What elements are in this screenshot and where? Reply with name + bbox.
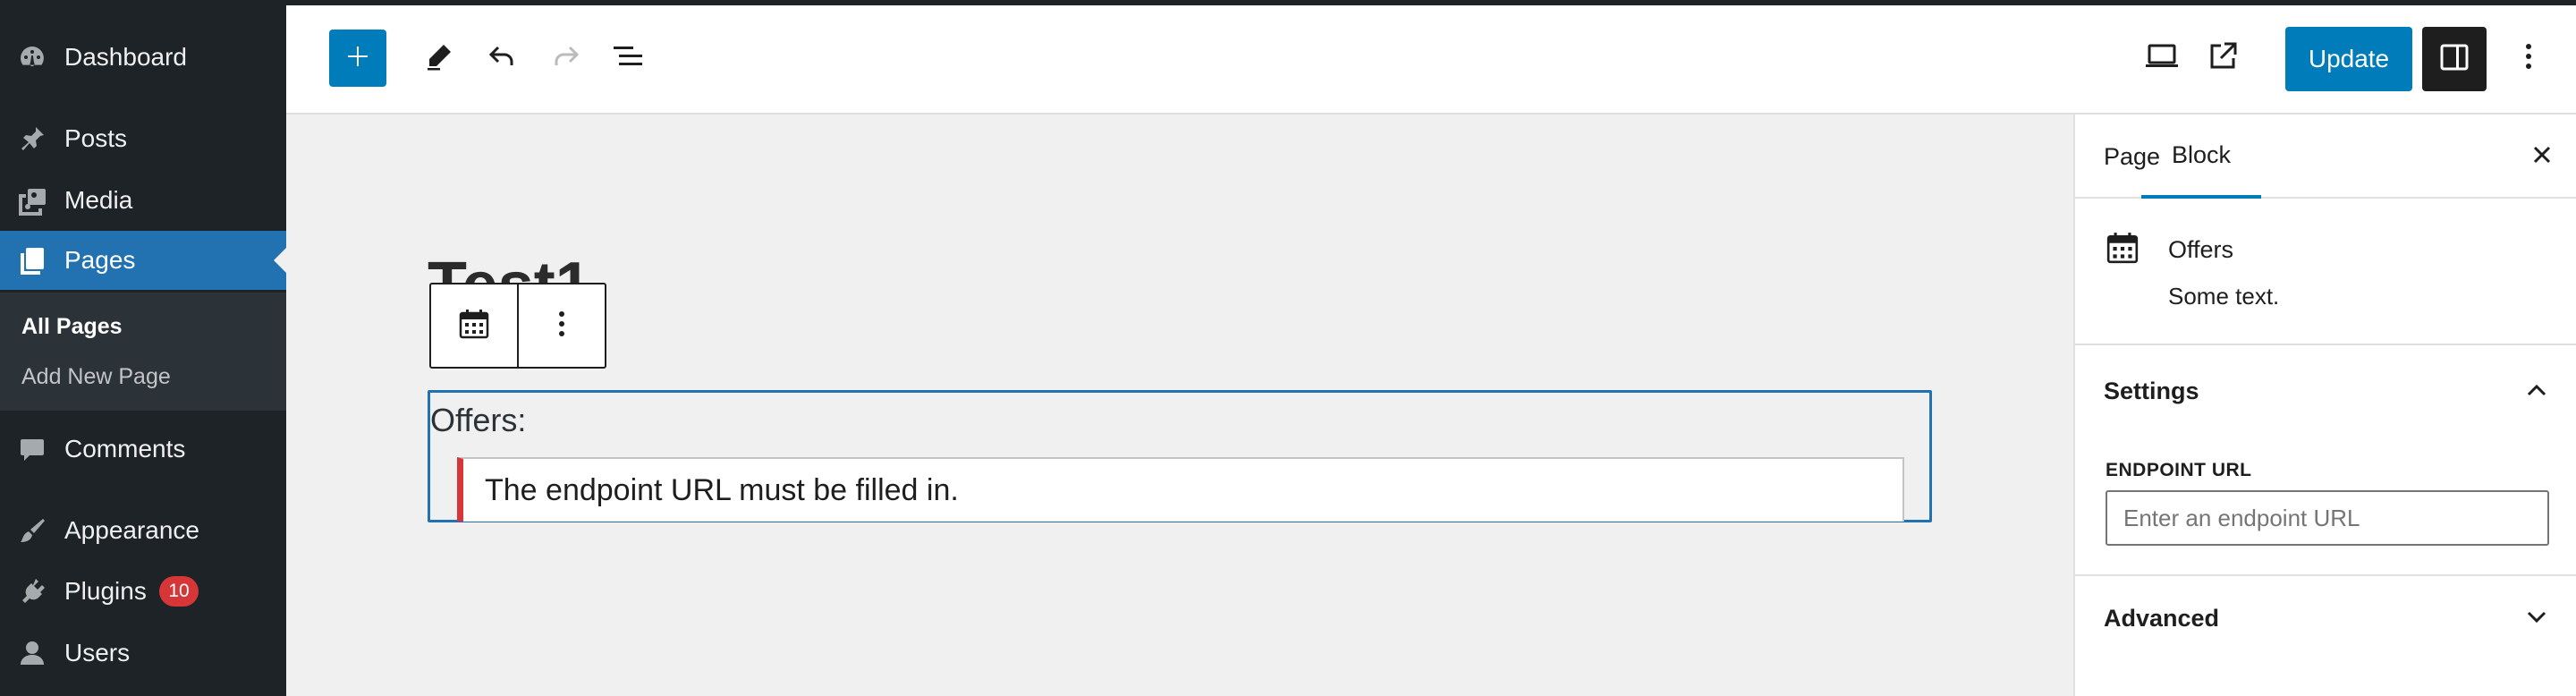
menu-label: Posts: [64, 124, 128, 152]
preview-button[interactable]: [2138, 34, 2186, 82]
pages-submenu: All Pages Add New Page: [0, 293, 286, 411]
submenu-add-new-page[interactable]: Add New Page: [21, 364, 171, 390]
plugin-update-count-badge: 10: [159, 576, 199, 607]
close-settings-button[interactable]: [2524, 139, 2560, 174]
settings-sidebar: Page Block Offers Some text. Settings EN…: [2073, 115, 2576, 696]
block-card: Offers Some text.: [2075, 199, 2576, 345]
inspector-tabs: Page Block: [2075, 115, 2576, 199]
list-view-button[interactable]: [605, 34, 653, 82]
advanced-panel-title: Advanced: [2104, 605, 2220, 632]
menu-label: Dashboard: [64, 43, 187, 71]
plus-icon: [343, 42, 372, 75]
block-label: Offers:: [430, 402, 527, 438]
error-notice: The endpoint URL must be filled in.: [457, 457, 1904, 522]
editor-header: Update: [286, 5, 2576, 115]
settings-panel-title: Settings: [2104, 378, 2199, 404]
external-link-icon: [2207, 40, 2239, 77]
block-card-title: Offers: [2168, 236, 2234, 263]
pages-icon: [16, 244, 48, 276]
laptop-icon: [2144, 42, 2180, 75]
list-view-icon: [612, 43, 646, 74]
user-icon: [16, 637, 48, 669]
menu-item-media[interactable]: Media: [0, 171, 286, 230]
chevron-down-icon: [2522, 603, 2551, 632]
settings-toggle-button[interactable]: [2422, 27, 2487, 91]
block-options-button[interactable]: [519, 284, 605, 367]
submenu-all-pages[interactable]: All Pages: [21, 314, 123, 340]
close-icon: [2531, 144, 2553, 170]
menu-label: Media: [64, 186, 133, 214]
more-vertical-icon: [2525, 42, 2532, 75]
redo-button[interactable]: [542, 34, 590, 82]
settings-panel: Settings ENDPOINT URL: [2075, 345, 2576, 576]
menu-item-users[interactable]: Users: [0, 624, 286, 683]
menu-label: Plugins: [64, 577, 147, 605]
endpoint-url-label: ENDPOINT URL: [2106, 460, 2252, 480]
menu-item-pages[interactable]: Pages: [0, 231, 286, 290]
sidebar-icon: [2438, 41, 2470, 78]
menu-item-dashboard[interactable]: Dashboard: [0, 28, 286, 87]
media-icon: [16, 184, 48, 216]
options-button[interactable]: [2504, 34, 2553, 82]
notice-text: The endpoint URL must be filled in.: [485, 472, 959, 507]
dashboard-icon: [16, 41, 48, 73]
endpoint-url-input[interactable]: [2106, 490, 2549, 546]
editor-canvas: Test1 Offers: The endpoint URL must be f…: [286, 115, 2073, 696]
menu-label: Pages: [64, 246, 136, 274]
advanced-panel[interactable]: Advanced: [2075, 578, 2576, 667]
menu-item-posts[interactable]: Posts: [0, 109, 286, 168]
admin-sidebar: Dashboard Posts Media Pages All Pages Ad…: [0, 0, 286, 696]
calendar-icon: [2106, 231, 2141, 267]
block-card-description: Some text.: [2168, 283, 2280, 310]
chevron-up-icon: [2522, 376, 2551, 404]
brush-icon: [16, 514, 48, 547]
tools-button[interactable]: [415, 34, 463, 82]
menu-item-appearance[interactable]: Appearance: [0, 501, 286, 560]
pencil-icon: [424, 41, 454, 76]
comment-icon: [16, 433, 48, 465]
view-page-button[interactable]: [2199, 34, 2247, 82]
tab-block-label: Block: [2172, 140, 2232, 168]
calendar-icon: [458, 308, 490, 344]
block-type-button[interactable]: [431, 284, 517, 367]
menu-label: Users: [64, 639, 131, 666]
block-inserter-button[interactable]: [329, 30, 386, 87]
menu-label: Appearance: [64, 516, 200, 544]
tab-block[interactable]: Block: [2141, 115, 2262, 199]
more-vertical-icon: [558, 310, 565, 343]
settings-panel-toggle[interactable]: Settings: [2075, 345, 2576, 435]
redo-icon: [550, 40, 582, 77]
menu-label: Comments: [64, 435, 186, 463]
offers-block[interactable]: Offers: The endpoint URL must be filled …: [428, 390, 1932, 522]
menu-item-comments[interactable]: Comments: [0, 420, 286, 479]
pin-icon: [16, 123, 48, 155]
block-toolbar: [429, 283, 606, 369]
menu-item-plugins[interactable]: Plugins 10: [0, 562, 286, 621]
update-button[interactable]: Update: [2285, 27, 2412, 91]
plugin-icon: [16, 575, 48, 607]
undo-icon: [486, 40, 518, 77]
undo-button[interactable]: [478, 34, 526, 82]
